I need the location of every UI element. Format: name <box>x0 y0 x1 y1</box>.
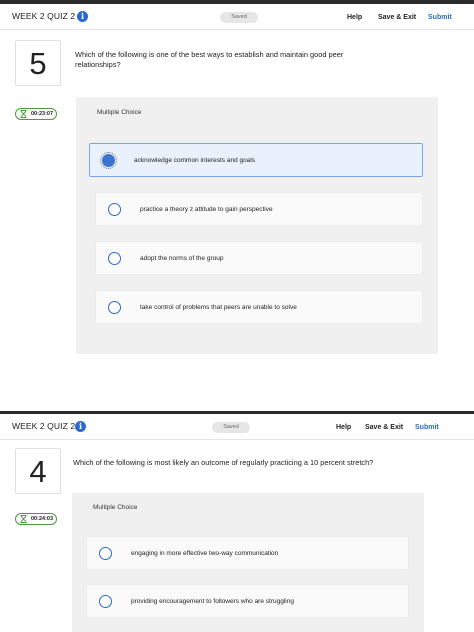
timer-value: 00:24:03 <box>31 516 54 522</box>
radio-button-icon[interactable] <box>99 547 112 560</box>
question-text-line: Which of the following is one of the bes… <box>75 50 344 59</box>
quiz-header: WEEK 2 QUIZ 2 i Saved Help Save & Exit S… <box>0 414 474 440</box>
radio-button-icon[interactable] <box>100 152 117 169</box>
info-icon[interactable]: i <box>75 421 86 432</box>
question-panel: Multiple Choice engaging in more effecti… <box>72 493 424 632</box>
submit-link[interactable]: Submit <box>415 424 439 431</box>
answer-option[interactable]: providing encouragement to followers who… <box>86 584 409 618</box>
saved-status-badge: Saved <box>220 12 258 23</box>
hourglass-icon <box>20 110 27 118</box>
timer-badge[interactable]: 00:24:03 <box>15 513 57 525</box>
multiple-choice-label: Multiple Choice <box>97 109 142 116</box>
quiz-header: WEEK 2 QUIZ 2 i Saved Help Save & Exit S… <box>0 4 474 30</box>
radio-button-icon[interactable] <box>108 203 121 216</box>
answer-option-text: engaging in more effective two-way commu… <box>131 550 279 557</box>
help-link[interactable]: Help <box>347 14 362 21</box>
help-link[interactable]: Help <box>336 424 351 431</box>
save-exit-link[interactable]: Save & Exit <box>378 14 416 21</box>
save-exit-link[interactable]: Save & Exit <box>365 424 403 431</box>
question-panel: Multiple Choice acknowledge common inter… <box>76 97 438 354</box>
radio-button-icon[interactable] <box>108 301 121 314</box>
answer-option[interactable]: acknowledge common interests and goals <box>89 143 423 177</box>
answer-option[interactable]: take control of problems that peers are … <box>95 290 423 324</box>
info-icon[interactable]: i <box>77 11 88 22</box>
question-text-line: relationships? <box>75 60 121 69</box>
answer-option[interactable]: practice a theory z attitude to gain per… <box>95 192 423 226</box>
quiz-title: WEEK 2 QUIZ 2 <box>12 11 76 21</box>
saved-status-badge: Saved <box>212 422 250 433</box>
question-text-line: Which of the following is most likely an… <box>73 458 374 467</box>
question-number: 5 <box>15 40 61 86</box>
answer-option[interactable]: adopt the norms of the group <box>95 241 423 275</box>
answer-option-text: adopt the norms of the group <box>140 255 224 262</box>
radio-button-icon[interactable] <box>108 252 121 265</box>
answer-option-text: take control of problems that peers are … <box>140 304 297 311</box>
answer-option-text: acknowledge common interests and goals <box>134 157 256 164</box>
question-text: Which of the following is most likely an… <box>73 458 373 468</box>
question-text: Which of the following is one of the bes… <box>75 50 343 70</box>
submit-link[interactable]: Submit <box>428 14 452 21</box>
answer-option-text: practice a theory z attitude to gain per… <box>140 206 273 213</box>
quiz-title: WEEK 2 QUIZ 2 <box>12 421 76 431</box>
answer-option-text: providing encouragement to followers who… <box>131 598 294 605</box>
question-number: 4 <box>15 448 61 494</box>
timer-badge[interactable]: 00:23:07 <box>15 108 57 120</box>
radio-button-icon[interactable] <box>99 595 112 608</box>
hourglass-icon <box>20 515 27 523</box>
answer-option[interactable]: engaging in more effective two-way commu… <box>86 536 409 570</box>
multiple-choice-label: Multiple Choice <box>93 504 138 511</box>
timer-value: 00:23:07 <box>31 111 54 117</box>
